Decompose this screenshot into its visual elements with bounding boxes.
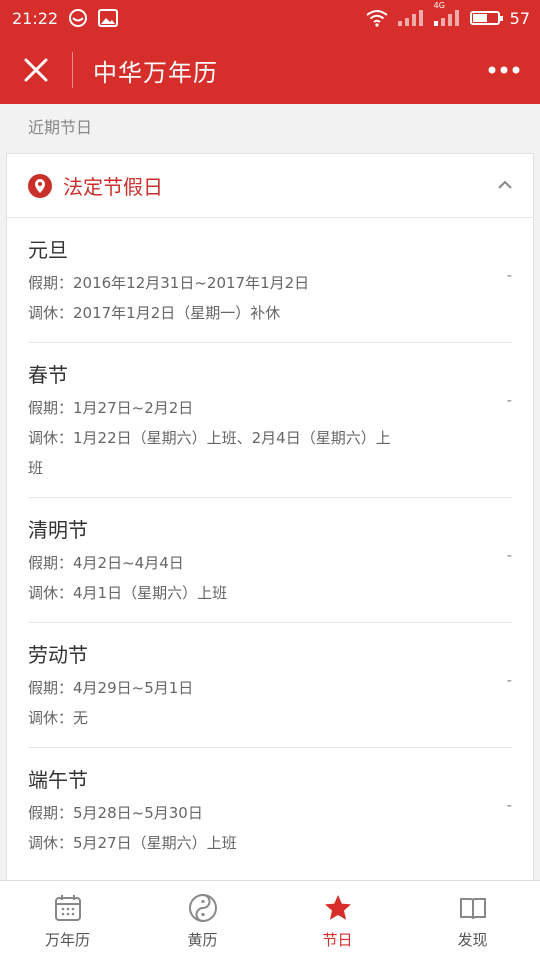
nav-item-almanac[interactable]: 黄历 xyxy=(135,881,270,961)
nav-item-holidays[interactable]: 节日 xyxy=(270,881,405,961)
more-button[interactable] xyxy=(468,36,540,104)
signal-4g-label: 4G xyxy=(433,1,445,10)
holiday-status: - xyxy=(506,546,512,564)
nav-label: 发现 xyxy=(457,930,488,949)
holiday-adjust: 调休：5月27日（星期六）上班 xyxy=(28,834,237,852)
title-divider xyxy=(72,52,73,88)
holiday-vacation: 假期：2016年12月31日~2017年1月2日 xyxy=(28,274,310,292)
holiday-name: 劳动节 xyxy=(28,643,88,667)
holiday-item-laodong[interactable]: 劳动节 假期：4月29日~5月1日 调休：无 - xyxy=(28,623,512,748)
status-right: 4G 57 xyxy=(366,1,530,28)
wifi-icon xyxy=(366,9,388,27)
holiday-item-chunjie[interactable]: 春节 假期：1月27日~2月2日 调休：1月22日（星期六）上班、2月4日（星期… xyxy=(28,343,512,498)
signal-icon xyxy=(397,10,424,26)
close-icon xyxy=(24,58,48,82)
holiday-item-qingming[interactable]: 清明节 假期：4月2日~4月4日 调休：4月1日（星期六）上班 - xyxy=(28,498,512,623)
battery-level xyxy=(472,14,487,22)
holiday-status: - xyxy=(506,391,512,409)
battery-icon xyxy=(469,11,503,25)
holiday-name: 清明节 xyxy=(28,518,88,542)
app-notification-icon xyxy=(68,8,88,28)
holiday-adjust: 调休：2017年1月2日（星期一）补休 xyxy=(28,304,281,322)
location-pin-icon xyxy=(27,173,53,199)
status-left: 21:22 xyxy=(12,8,119,28)
holiday-item-yuandan[interactable]: 元旦 假期：2016年12月31日~2017年1月2日 调休：2017年1月2日… xyxy=(28,218,512,343)
holiday-name: 端午节 xyxy=(28,768,88,792)
holiday-status: - xyxy=(506,796,512,814)
chevron-up-icon[interactable] xyxy=(497,176,513,195)
signal-4g-icon: 4G xyxy=(433,1,460,26)
nav-item-calendar[interactable]: 万年历 xyxy=(0,881,135,961)
holiday-status: - xyxy=(506,266,512,284)
yin-yang-icon xyxy=(188,893,218,923)
section-label: 近期节日 xyxy=(28,118,93,137)
holiday-status: - xyxy=(506,671,512,689)
holiday-item-duanwu[interactable]: 端午节 假期：5月28日~5月30日 调休：5月27日（星期六）上班 - xyxy=(28,748,512,872)
card-title: 法定节假日 xyxy=(63,175,163,199)
calendar-icon xyxy=(53,893,83,923)
holiday-vacation: 假期：4月29日~5月1日 xyxy=(28,679,194,697)
close-button[interactable] xyxy=(0,36,72,104)
holiday-vacation: 假期：5月28日~5月30日 xyxy=(28,804,203,822)
card-header[interactable]: 法定节假日 xyxy=(7,154,533,218)
book-icon xyxy=(458,893,488,923)
page-title: 中华万年历 xyxy=(93,58,218,87)
holiday-adjust: 调休：1月22日（星期六）上班、2月4日（星期六）上班 xyxy=(28,429,391,477)
holiday-vacation: 假期：4月2日~4月4日 xyxy=(28,554,184,572)
holiday-name: 元旦 xyxy=(28,238,68,262)
holiday-vacation: 假期：1月27日~2月2日 xyxy=(28,399,194,417)
nav-label: 万年历 xyxy=(44,930,90,949)
image-notification-icon xyxy=(98,9,119,27)
nav-label: 节日 xyxy=(322,930,353,949)
more-icon xyxy=(488,66,520,74)
holiday-name: 春节 xyxy=(28,363,68,387)
status-time: 21:22 xyxy=(12,8,59,28)
bottom-nav: 万年历 黄历 节日 发现 xyxy=(0,880,540,961)
title-bar: 中华万年历 xyxy=(0,36,540,104)
holiday-adjust: 调休：4月1日（星期六）上班 xyxy=(28,584,228,602)
holiday-adjust: 调休：无 xyxy=(28,709,89,727)
status-bar: 21:22 4G 57 xyxy=(0,0,540,36)
holiday-card: 法定节假日 元旦 假期：2016年12月31日~2017年1月2日 调休：201… xyxy=(6,153,534,893)
nav-item-discover[interactable]: 发现 xyxy=(405,881,540,961)
star-icon xyxy=(323,893,353,923)
nav-label: 黄历 xyxy=(187,930,218,949)
battery-percent: 57 xyxy=(509,8,530,28)
